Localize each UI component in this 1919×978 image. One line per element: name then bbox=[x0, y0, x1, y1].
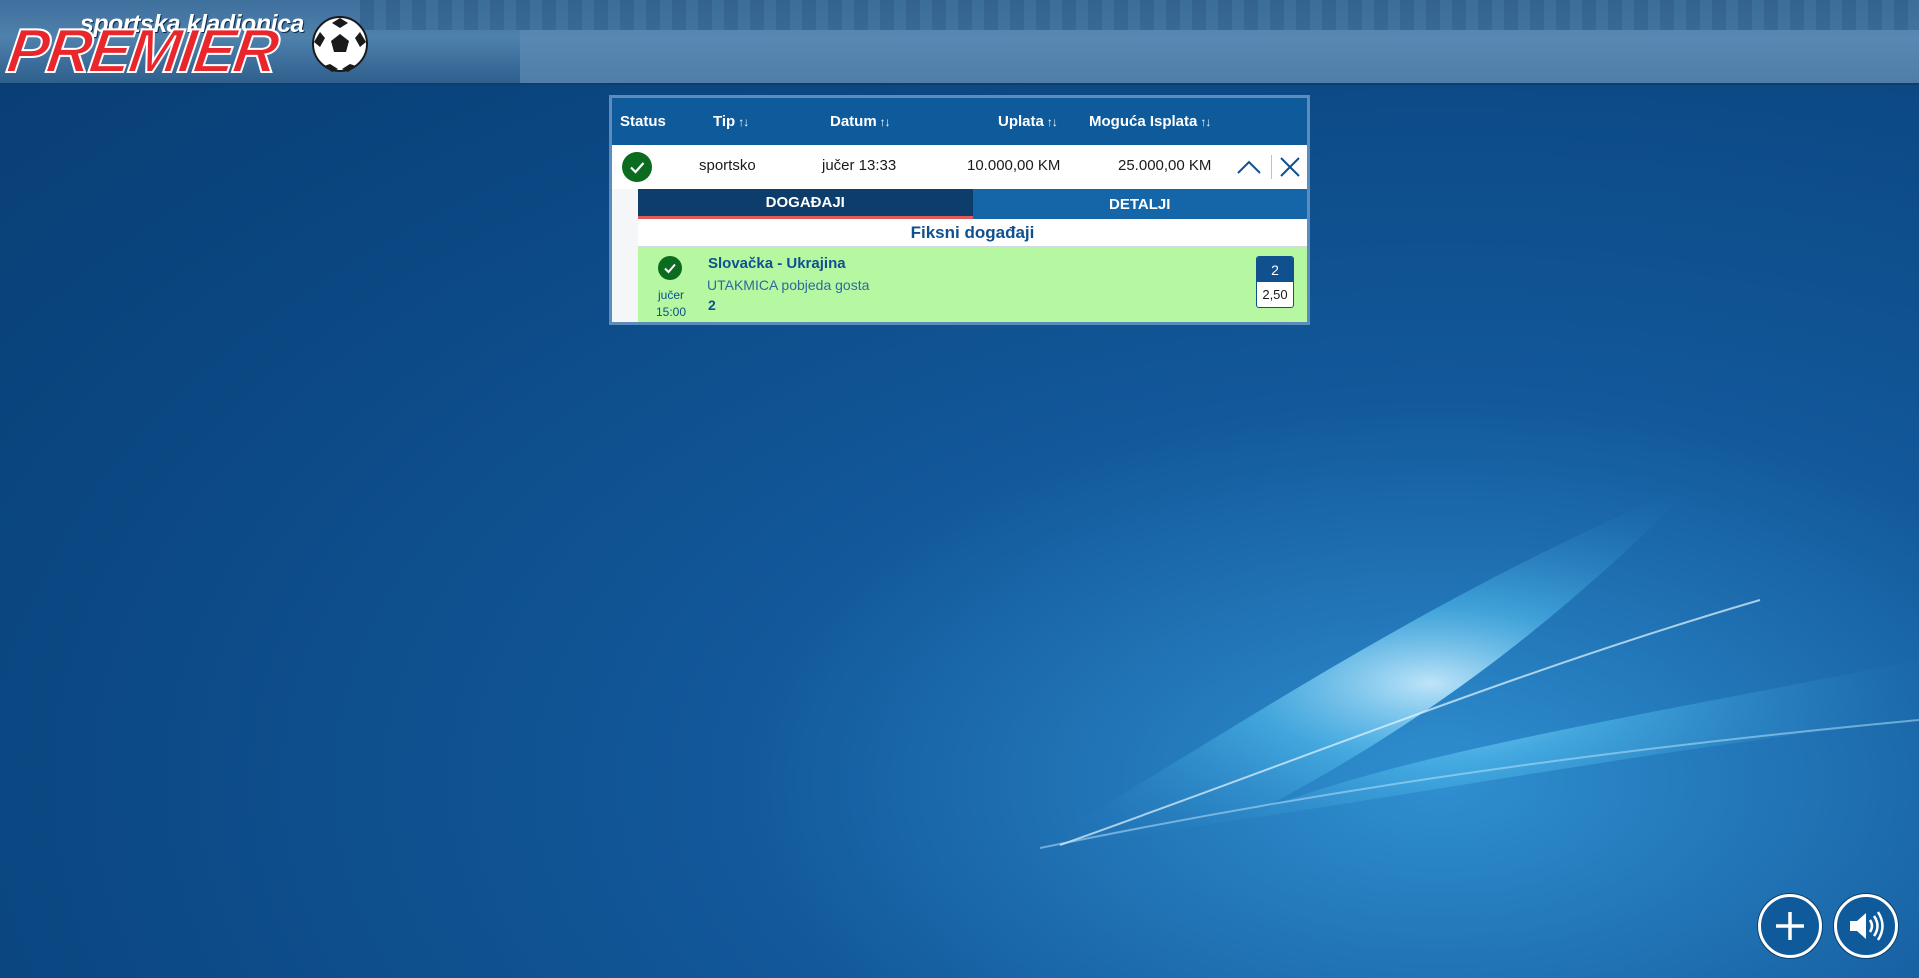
event-teams: Slovačka - Ukrajina bbox=[708, 255, 846, 272]
header-uplata[interactable]: Uplata ↑↓ bbox=[998, 113, 1058, 130]
header-status: Status bbox=[620, 113, 666, 130]
row-actions-divider bbox=[1271, 155, 1272, 179]
sound-button[interactable] bbox=[1834, 894, 1898, 958]
banner-stands bbox=[360, 0, 1919, 30]
detail-left-gutter bbox=[612, 189, 638, 322]
check-circle-icon bbox=[622, 152, 652, 182]
event-day: jučer bbox=[657, 288, 684, 302]
sort-icon: ↑↓ bbox=[879, 115, 891, 129]
check-circle-icon bbox=[658, 256, 682, 280]
ticket-uplata: 10.000,00 KM bbox=[967, 157, 1061, 174]
tab-dogadaji[interactable]: DOGAĐAJI bbox=[638, 189, 973, 219]
sort-icon: ↑↓ bbox=[738, 115, 749, 129]
header-moguca-isplata[interactable]: Moguća Isplata ↑↓ bbox=[1089, 113, 1211, 130]
header-datum[interactable]: Datum ↑↓ bbox=[830, 113, 891, 130]
sort-icon: ↑↓ bbox=[1046, 115, 1058, 129]
brand-title: PREMIER bbox=[2, 16, 282, 85]
event-row[interactable]: jučer 15:00 Slovačka - Ukrajina UTAKMICA… bbox=[638, 247, 1307, 322]
detail-tabs: DOGAĐAJI DETALJI bbox=[638, 189, 1307, 219]
tab-detalji[interactable]: DETALJI bbox=[972, 189, 1307, 219]
soccer-ball-icon bbox=[312, 16, 368, 72]
table-header: Status Tip ↑↓ Datum ↑↓ Uplata ↑↓ Moguća Isp… bbox=[612, 98, 1307, 145]
background-swoosh bbox=[1030, 480, 1919, 850]
brand-logo[interactable]: sportska kladionica PREMIER bbox=[2, 6, 368, 83]
ticket-row[interactable]: sportsko jučer 13:33 10.000,00 KM 25.000… bbox=[612, 145, 1307, 189]
odds-selection: 2 bbox=[1257, 257, 1293, 282]
event-hour: 15:00 bbox=[655, 305, 687, 319]
ticket-detail: DOGAĐAJI DETALJI Fiksni događaji jučer 1… bbox=[612, 189, 1307, 322]
banner-field bbox=[520, 30, 1919, 83]
chevron-up-icon[interactable] bbox=[1235, 155, 1263, 179]
ticket-isplata: 25.000,00 KM bbox=[1118, 157, 1212, 174]
event-market: UTAKMICA pobjeda gosta bbox=[707, 277, 870, 293]
speaker-icon bbox=[1850, 911, 1884, 941]
event-time: jučer 15:00 bbox=[646, 287, 696, 321]
header-tip[interactable]: Tip ↑↓ bbox=[713, 113, 749, 130]
section-title: Fiksni događaji bbox=[638, 219, 1307, 247]
odds-value: 2,50 bbox=[1262, 287, 1288, 302]
ticket-datum: jučer 13:33 bbox=[822, 157, 897, 174]
add-button[interactable] bbox=[1758, 894, 1822, 958]
header-banner: sportska kladionica PREMIER bbox=[0, 0, 1919, 85]
odds-box: 2 2,50 bbox=[1256, 256, 1294, 308]
plus-icon bbox=[1776, 912, 1804, 940]
ticket-panel: Status Tip ↑↓ Datum ↑↓ Uplata ↑↓ Moguća Isp… bbox=[609, 95, 1310, 325]
close-icon[interactable] bbox=[1277, 154, 1303, 180]
event-pick: 2 bbox=[708, 297, 716, 313]
ticket-tip: sportsko bbox=[699, 157, 756, 174]
sort-icon: ↑↓ bbox=[1200, 115, 1211, 129]
